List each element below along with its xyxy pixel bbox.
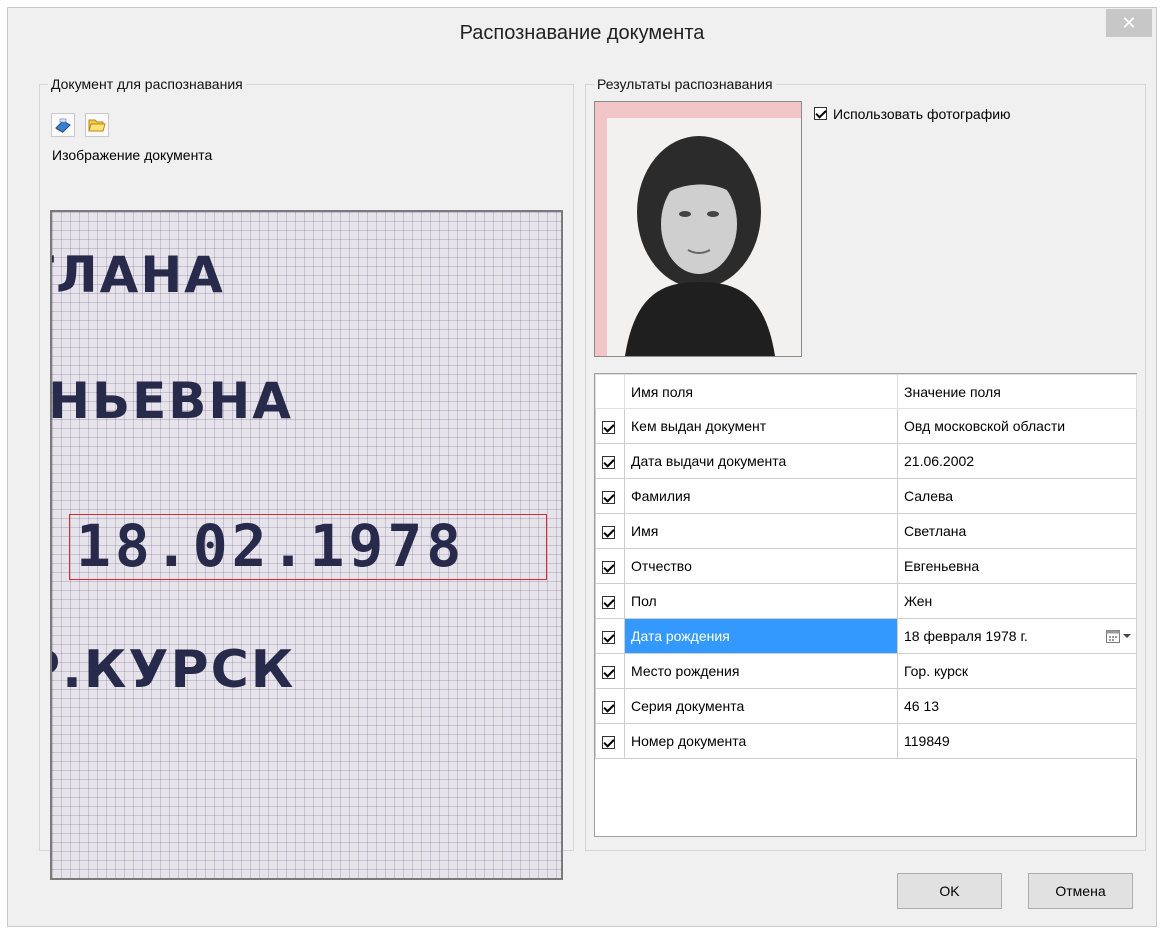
row-checkbox[interactable] <box>602 700 615 714</box>
doc-line-patronymic: ЕНЬЕВНА <box>50 372 293 430</box>
field-name: Имя <box>624 513 898 549</box>
table-row[interactable]: Место рождения Гор. курск <box>595 653 1137 689</box>
field-name: Фамилия <box>624 478 898 514</box>
field-name: Дата выдачи документа <box>624 443 898 479</box>
fields-grid: Имя поля Значение поля Кем выдан докумен… <box>594 373 1137 837</box>
field-value[interactable]: 46 13 <box>897 688 1137 724</box>
row-checkbox[interactable] <box>602 560 615 574</box>
header-field-value[interactable]: Значение поля <box>897 374 1137 409</box>
table-row-selected[interactable]: Дата рождения 18 февраля 1978 г. <box>595 618 1137 654</box>
field-value[interactable]: 119849 <box>897 723 1137 759</box>
open-file-button[interactable] <box>85 113 109 137</box>
field-name: Пол <box>624 583 898 619</box>
document-source-group: Документ для распознавания Изображение д… <box>39 76 574 880</box>
field-value[interactable]: Овд московской области <box>897 408 1137 444</box>
use-photo-label: Использовать фотографию <box>833 106 1011 122</box>
grid-header-row: Имя поля Значение поля <box>595 374 1137 409</box>
field-value: 18 февраля 1978 г. <box>904 628 1028 644</box>
row-checkbox[interactable] <box>602 665 615 679</box>
field-value[interactable]: Евгеньевна <box>897 548 1137 584</box>
field-value[interactable]: Жен <box>897 583 1137 619</box>
field-name: Отчество <box>624 548 898 584</box>
table-row[interactable]: Дата выдачи документа 21.06.2002 <box>595 443 1137 479</box>
row-checkbox[interactable] <box>602 490 615 504</box>
recognition-dialog: Распознавание документа ✕ Документ для р… <box>7 7 1157 927</box>
field-value[interactable]: Светлана <box>897 513 1137 549</box>
portrait-image <box>595 102 801 356</box>
date-picker[interactable]: 18 февраля 1978 г. <box>897 618 1137 654</box>
calendar-icon <box>1106 630 1120 643</box>
field-name: Дата рождения <box>624 618 898 654</box>
table-row[interactable]: Кем выдан документ Овд московской област… <box>595 408 1137 444</box>
recognition-highlight-box <box>69 514 547 580</box>
row-checkbox[interactable] <box>602 595 615 609</box>
title-bar: Распознавание документа ✕ <box>8 8 1156 56</box>
row-checkbox[interactable] <box>602 420 615 434</box>
chevron-down-icon <box>1123 634 1131 638</box>
portrait-photo <box>594 101 802 357</box>
recognition-results-group: Результаты распознавания Использовать фо… <box>585 76 1146 851</box>
field-name: Место рождения <box>624 653 898 689</box>
table-row[interactable]: Имя Светлана <box>595 513 1137 549</box>
row-checkbox[interactable] <box>602 525 615 539</box>
row-checkbox[interactable] <box>602 735 615 749</box>
doc-line-birthplace: Р.КУРСК <box>52 640 296 700</box>
use-photo-checkbox[interactable] <box>814 107 827 121</box>
document-source-legend: Документ для распознавания <box>48 76 246 92</box>
field-name: Серия документа <box>624 688 898 724</box>
document-image: ТЛАНА ЕНЬЕВНА 18.02.1978 Р.КУРСК <box>50 210 563 880</box>
folder-open-icon <box>88 119 106 132</box>
field-value[interactable]: Гор. курск <box>897 653 1137 689</box>
use-photo-checkbox-row[interactable]: Использовать фотографию <box>814 106 1011 122</box>
calendar-dropdown-button[interactable] <box>1106 628 1132 644</box>
dialog-title: Распознавание документа <box>459 22 705 44</box>
row-checkbox[interactable] <box>602 630 615 644</box>
header-field-name[interactable]: Имя поля <box>624 374 898 409</box>
table-row[interactable]: Пол Жен <box>595 583 1137 619</box>
image-label: Изображение документа <box>52 147 213 163</box>
scanner-icon <box>55 118 71 133</box>
close-button[interactable]: ✕ <box>1106 9 1152 37</box>
cancel-button[interactable]: Отмена <box>1028 873 1133 909</box>
ok-button[interactable]: OK <box>897 873 1002 909</box>
table-row[interactable]: Фамилия Салева <box>595 478 1137 514</box>
header-check-column <box>595 374 625 409</box>
table-row[interactable]: Отчество Евгеньевна <box>595 548 1137 584</box>
field-name: Номер документа <box>624 723 898 759</box>
field-value[interactable]: 21.06.2002 <box>897 443 1137 479</box>
field-value[interactable]: Салева <box>897 478 1137 514</box>
scan-button[interactable] <box>51 113 75 137</box>
doc-line-name: ТЛАНА <box>52 246 225 304</box>
table-row[interactable]: Номер документа 119849 <box>595 723 1137 759</box>
table-row[interactable]: Серия документа 46 13 <box>595 688 1137 724</box>
row-checkbox[interactable] <box>602 455 615 469</box>
field-name: Кем выдан документ <box>624 408 898 444</box>
recognition-results-legend: Результаты распознавания <box>594 76 776 92</box>
